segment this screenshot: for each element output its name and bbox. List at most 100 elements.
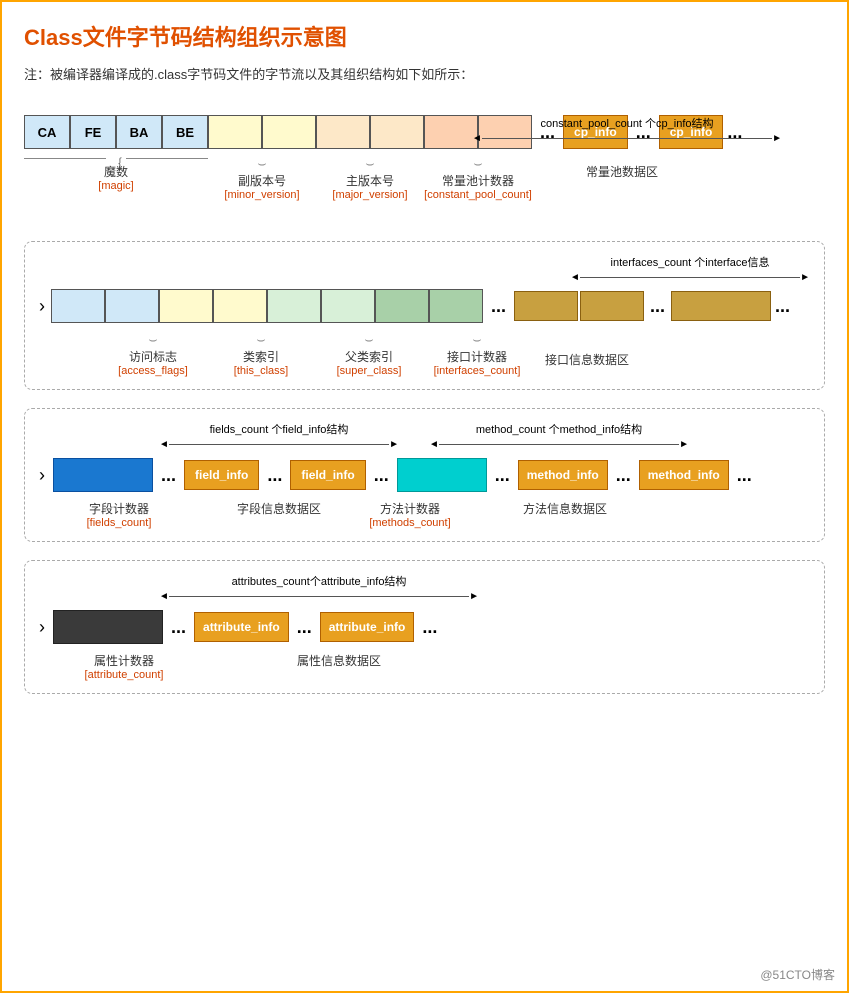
dots9: ...: [370, 465, 393, 486]
attributes-arrow-line: ◄ ►: [159, 591, 479, 602]
section4-box: attributes_count个attribute_info结构 ◄ ► › …: [24, 560, 825, 694]
const-count-en: [constant_pool_count]: [424, 189, 532, 201]
this-b2: [213, 289, 267, 323]
super-b1: [267, 289, 321, 323]
attributes-arrow-container: attributes_count个attribute_info结构 ◄ ►: [159, 573, 810, 602]
page-title: Class文件字节码结构组织示意图: [24, 20, 825, 52]
methods-arrow-line: ◄ ►: [429, 439, 689, 450]
bytes-row-2: › ... ... ...: [39, 289, 810, 323]
field-count-box: [53, 458, 153, 492]
iface-count-b1: [375, 289, 429, 323]
labels-row-2: ⌣ 访问标志 [access_flags] ⌣ 类索引 [this_class]…: [39, 331, 810, 377]
dots15: ...: [418, 617, 441, 638]
dots8: ...: [263, 465, 286, 486]
super-b2: [321, 289, 375, 323]
section4-boxes-row: › ... attribute_info ... attribute_info …: [39, 610, 810, 644]
section3-boxes-row: › ... field_info ... field_info ... ... …: [39, 458, 810, 492]
chevron-3: ›: [39, 617, 45, 638]
section3-arrows: fields_count 个field_info结构 ◄ ► method_co…: [159, 421, 810, 450]
chevron-1: ›: [39, 296, 45, 317]
constant-pool-label: constant_pool_count 个cp_info结构: [472, 115, 782, 131]
magic-label: ｛ 魔数 [magic]: [24, 155, 208, 192]
labels-row-1: ｛ 魔数 [magic] ⌣ 副版本号 [minor_version] ⌣ 主版…: [24, 155, 825, 201]
minor-en: [minor_version]: [224, 189, 299, 201]
attributes-arrow: attributes_count个attribute_info结构 ◄ ►: [159, 573, 479, 602]
minor-label: ⌣ 副版本号 [minor_version]: [208, 155, 316, 201]
interfaces-label: interfaces_count 个interface信息: [611, 254, 770, 270]
major-cn: 主版本号: [346, 172, 394, 189]
super-label: ⌣ 父类索引 [super_class]: [315, 331, 423, 377]
dots4: ...: [483, 296, 514, 317]
minor-cn: 副版本号: [238, 172, 286, 189]
attr-info-box-2: attribute_info: [320, 612, 415, 642]
iface-box-2: [580, 291, 644, 321]
dots5: ...: [644, 296, 671, 317]
methods-arrow: method_count 个method_info结构 ◄ ►: [429, 421, 689, 450]
attr-info-box-1: attribute_info: [194, 612, 289, 642]
method-count-box: [397, 458, 487, 492]
field-info-box-2: field_info: [290, 460, 365, 490]
this-label: ⌣ 类索引 [this_class]: [207, 331, 315, 377]
constant-pool-arrow-container: constant_pool_count 个cp_info结构 ◄ ►: [472, 115, 782, 144]
access-b1: [51, 289, 105, 323]
fields-arrow-label: fields_count 个field_info结构: [210, 421, 349, 437]
minor-b1: [208, 115, 262, 149]
dots6: ...: [771, 296, 794, 317]
labels-row-4: 属性计数器 [attribute_count] 属性信息数据区: [39, 652, 810, 681]
section2-box: interfaces_count 个interface信息 ◄ ► ›: [24, 241, 825, 390]
access-b2: [105, 289, 159, 323]
major-b1: [316, 115, 370, 149]
const-count-cn: 常量池计数器: [442, 172, 514, 189]
section3-box: fields_count 个field_info结构 ◄ ► method_co…: [24, 408, 825, 542]
attributes-label: attributes_count个attribute_info结构: [232, 573, 407, 589]
dots7: ...: [157, 465, 180, 486]
major-label: ⌣ 主版本号 [major_version]: [316, 155, 424, 201]
interfaces-arrow: interfaces_count 个interface信息 ◄ ►: [570, 254, 810, 283]
interfaces-arrow-line: ◄ ►: [570, 272, 810, 283]
fields-arrow-line: ◄ ►: [159, 439, 399, 450]
dots12: ...: [733, 465, 756, 486]
iface-box-3: [671, 291, 771, 321]
dots14: ...: [293, 617, 316, 638]
dots13: ...: [167, 617, 190, 638]
iface-count-b2: [429, 289, 483, 323]
byte-fe: FE: [70, 115, 116, 149]
minor-bytes: [208, 115, 316, 149]
byte-be: BE: [162, 115, 208, 149]
interfaces-arrow-container: interfaces_count 个interface信息 ◄ ►: [39, 254, 810, 283]
chevron-2: ›: [39, 465, 45, 486]
method-info-box-2: method_info: [639, 460, 729, 490]
access-label: ⌣ 访问标志 [access_flags]: [99, 331, 207, 377]
field-count-label: 字段计数器 [fields_count]: [69, 500, 169, 529]
magic-bytes: CA FE BA BE: [24, 115, 208, 149]
minor-b2: [262, 115, 316, 149]
labels-row-3: 字段计数器 [fields_count] 字段信息数据区 方法计数器 [meth…: [39, 500, 810, 529]
const-b1: [424, 115, 478, 149]
byte-ba: BA: [116, 115, 162, 149]
byte-ca: CA: [24, 115, 70, 149]
watermark: @51CTO博客: [760, 966, 835, 983]
methods-arrow-label: method_count 个method_info结构: [476, 421, 642, 437]
note-text: 注：被编译器编译成的.class字节码文件的字节流以及其组织结构如下如所示：: [24, 64, 825, 83]
attr-count-box: [53, 610, 163, 644]
fields-arrow: fields_count 个field_info结构 ◄ ►: [159, 421, 399, 450]
const-data-cn: 常量池数据区: [586, 163, 658, 180]
major-en: [major_version]: [332, 189, 407, 201]
iface-box-1: [514, 291, 578, 321]
constant-pool-arrow-line: ◄ ►: [472, 133, 782, 144]
method-data-label: 方法信息数据区: [485, 500, 645, 517]
method-info-box-1: method_info: [518, 460, 608, 490]
dots11: ...: [612, 465, 635, 486]
method-count-label: 方法计数器 [methods_count]: [365, 500, 455, 529]
magic-en: [magic]: [98, 180, 133, 192]
iface-data-label: 接口信息数据区: [545, 331, 629, 368]
field-data-label: 字段信息数据区: [209, 500, 349, 517]
attr-count-label: 属性计数器 [attribute_count]: [69, 652, 179, 681]
major-bytes: [316, 115, 424, 149]
major-b2: [370, 115, 424, 149]
field-info-box-1: field_info: [184, 460, 259, 490]
dots10: ...: [491, 465, 514, 486]
const-count-label: ⌣ 常量池计数器 [constant_pool_count]: [424, 155, 532, 201]
iface-count-label: ⌣ 接口计数器 [interfaces_count]: [423, 331, 531, 377]
const-data-label: 常量池数据区: [542, 155, 702, 180]
